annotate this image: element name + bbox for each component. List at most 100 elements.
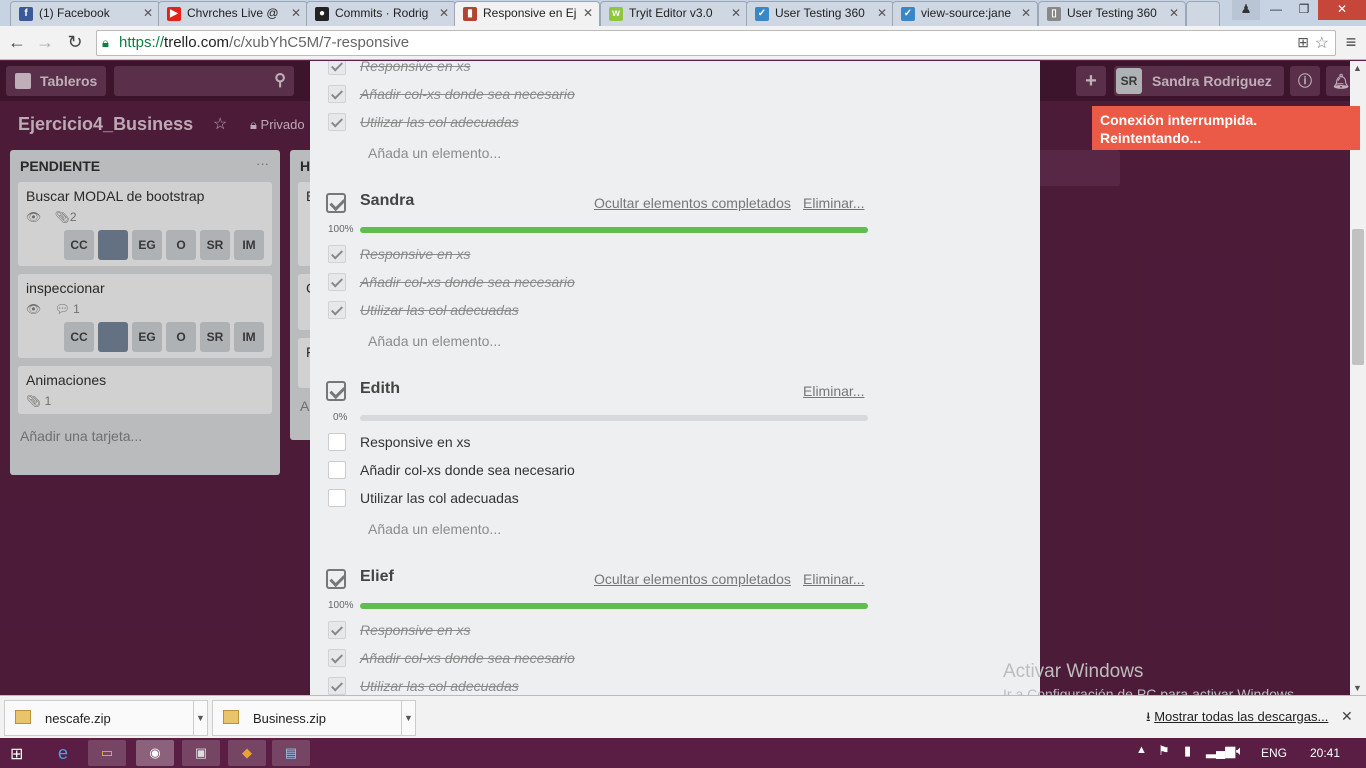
- checklist-item[interactable]: Añadir col-xs donde sea necesario: [328, 85, 868, 105]
- battery-icon[interactable]: ▮: [1184, 743, 1191, 759]
- clock[interactable]: 20:41: [1310, 746, 1340, 760]
- minimize-icon[interactable]: —: [1262, 0, 1290, 20]
- browser-tab-trello[interactable]: ▮ Responsive en Ej ✕: [454, 1, 600, 27]
- git-icon[interactable]: ◆: [228, 740, 266, 766]
- close-tab-icon[interactable]: ✕: [877, 2, 887, 25]
- checkbox-checked[interactable]: [328, 677, 346, 695]
- scroll-up-icon[interactable]: ▲: [1353, 63, 1362, 73]
- checkbox-checked[interactable]: [328, 621, 346, 639]
- delete-checklist-link[interactable]: Eliminar...: [803, 195, 864, 211]
- browser-tab-tryit[interactable]: w Tryit Editor v3.0 ✕: [600, 1, 748, 26]
- checklist-item[interactable]: Responsive en xs: [328, 621, 868, 641]
- checklist-item[interactable]: Utilizar las col adecuadas: [328, 113, 868, 133]
- add-checklist-item[interactable]: Añada un elemento...: [368, 145, 501, 161]
- checklist-item[interactable]: Añadir col-xs donde sea necesario: [328, 273, 868, 293]
- checkbox-checked[interactable]: [328, 273, 346, 291]
- wifi-icon[interactable]: ▂▄▆: [1206, 743, 1235, 759]
- chevron-down-icon[interactable]: ▼: [401, 701, 415, 735]
- checkbox-unchecked[interactable]: [328, 489, 346, 507]
- download-item[interactable]: Business.zip ▼: [212, 700, 416, 736]
- hide-completed-link[interactable]: Ocultar elementos completados: [594, 195, 791, 211]
- browser-tab-view-source[interactable]: ✓ view-source:jane ✕: [892, 1, 1038, 26]
- close-tab-icon[interactable]: ✕: [731, 2, 741, 25]
- checkbox-checked[interactable]: [328, 113, 346, 131]
- close-tab-icon[interactable]: ✕: [1021, 2, 1031, 25]
- checklist-item[interactable]: Utilizar las col adecuadas: [328, 301, 868, 321]
- checklist-item[interactable]: Añadir col-xs donde sea necesario: [328, 649, 868, 669]
- checklist-item[interactable]: Añadir col-xs donde sea necesario: [328, 461, 868, 481]
- close-tab-icon[interactable]: ✕: [583, 2, 593, 25]
- menu-icon[interactable]: ≡: [1340, 32, 1362, 54]
- checklist-title[interactable]: Elief: [360, 568, 394, 586]
- hide-completed-link[interactable]: Ocultar elementos completados: [594, 571, 791, 587]
- scroll-down-icon[interactable]: ▼: [1353, 683, 1362, 693]
- checkbox-icon: ✓: [901, 7, 915, 21]
- checkbox-checked[interactable]: [328, 85, 346, 103]
- flag-icon[interactable]: ⚑: [1158, 743, 1170, 759]
- checklist-item-text[interactable]: Utilizar las col adecuadas: [360, 114, 519, 130]
- scrollbar-thumb[interactable]: [1352, 229, 1364, 365]
- checklist-item-text[interactable]: Utilizar las col adecuadas: [360, 302, 519, 318]
- checklist-title[interactable]: Edith: [360, 380, 400, 398]
- close-tab-icon[interactable]: ✕: [143, 2, 153, 25]
- checklist-item[interactable]: Utilizar las col adecuadas: [328, 489, 868, 509]
- bookmark-star-icon[interactable]: ☆: [1315, 33, 1329, 53]
- checklist-item-text[interactable]: Añadir col-xs donde sea necesario: [360, 462, 575, 478]
- checklist-item-text[interactable]: Añadir col-xs donde sea necesario: [360, 86, 575, 102]
- close-downloads-icon[interactable]: ✕: [1341, 708, 1353, 725]
- checklist-item[interactable]: Responsive en xs: [328, 61, 868, 77]
- checklist-item[interactable]: Responsive en xs: [328, 433, 868, 453]
- checklist-title[interactable]: Sandra: [360, 192, 414, 210]
- checklist-item-text[interactable]: Utilizar las col adecuadas: [360, 490, 519, 506]
- reload-icon[interactable]: ↻: [64, 32, 86, 54]
- close-window-icon[interactable]: ✕: [1318, 0, 1366, 20]
- address-bar[interactable]: 🔒︎ https://trello.com/c/xubYhC5M/7-respo…: [96, 30, 1336, 56]
- checkbox-unchecked[interactable]: [328, 461, 346, 479]
- browser-tab-user-testing[interactable]: ✓ User Testing 360 ✕: [746, 1, 894, 26]
- checklist-item-text[interactable]: Responsive en xs: [360, 622, 471, 638]
- window-app-icon[interactable]: ▤: [272, 740, 310, 766]
- close-tab-icon[interactable]: ✕: [1169, 2, 1179, 25]
- internet-explorer-icon[interactable]: e: [44, 740, 82, 766]
- tray-arrow-icon[interactable]: ▲: [1136, 744, 1147, 756]
- chevron-down-icon[interactable]: ▼: [193, 701, 207, 735]
- delete-checklist-link[interactable]: Eliminar...: [803, 571, 864, 587]
- browser-tab-user-testing-2[interactable]: ▯ User Testing 360 ✕: [1038, 1, 1186, 26]
- close-tab-icon[interactable]: ✕: [291, 2, 301, 25]
- checklist-item-text[interactable]: Responsive en xs: [360, 246, 471, 262]
- checkbox-checked[interactable]: [328, 245, 346, 263]
- add-checklist-item[interactable]: Añada un elemento...: [368, 333, 501, 349]
- language-indicator[interactable]: ENG: [1261, 746, 1287, 760]
- checklist-item[interactable]: Responsive en xs: [328, 245, 868, 265]
- checkbox-checked[interactable]: [328, 301, 346, 319]
- new-tab-button[interactable]: [1186, 1, 1220, 26]
- add-checklist-item[interactable]: Añada un elemento...: [368, 521, 501, 537]
- page-scrollbar[interactable]: ▲ ▼: [1350, 61, 1366, 695]
- user-profile-icon[interactable]: ♟: [1232, 0, 1260, 20]
- browser-tab-github[interactable]: ● Commits · Rodrig ✕: [306, 1, 456, 26]
- volume-icon[interactable]: 🔈︎: [1236, 743, 1244, 759]
- checklist-item-text[interactable]: Responsive en xs: [360, 434, 471, 450]
- file-explorer-icon[interactable]: ▭: [88, 740, 126, 766]
- checklist-item-text[interactable]: Utilizar las col adecuadas: [360, 678, 519, 694]
- windows-start-icon[interactable]: ⊞: [10, 744, 23, 764]
- app-icon[interactable]: ▣: [182, 740, 220, 766]
- checklist-item-text[interactable]: Responsive en xs: [360, 61, 471, 74]
- delete-checklist-link[interactable]: Eliminar...: [803, 383, 864, 399]
- restore-icon[interactable]: ❐: [1290, 0, 1318, 20]
- browser-tab-facebook[interactable]: f (1) Facebook ✕: [10, 1, 160, 26]
- browser-tab-youtube[interactable]: ▶ Chvrches Live @ ✕: [158, 1, 308, 26]
- checklist-item[interactable]: Utilizar las col adecuadas: [328, 677, 868, 695]
- checkbox-unchecked[interactable]: [328, 433, 346, 451]
- back-icon[interactable]: ←: [6, 32, 28, 54]
- show-all-downloads-link[interactable]: ⭳ Mostrar todas las descargas...: [1146, 708, 1328, 730]
- checklist-item-text[interactable]: Añadir col-xs donde sea necesario: [360, 650, 575, 666]
- close-tab-icon[interactable]: ✕: [439, 2, 449, 25]
- checklist-item-text[interactable]: Añadir col-xs donde sea necesario: [360, 274, 575, 290]
- forward-icon[interactable]: →: [34, 32, 56, 54]
- checkbox-checked[interactable]: [328, 649, 346, 667]
- chrome-icon[interactable]: ◉: [136, 740, 174, 766]
- checkbox-checked[interactable]: [328, 61, 346, 75]
- translate-icon[interactable]: ⊞: [1297, 34, 1309, 51]
- download-item[interactable]: nescafe.zip ▼: [4, 700, 208, 736]
